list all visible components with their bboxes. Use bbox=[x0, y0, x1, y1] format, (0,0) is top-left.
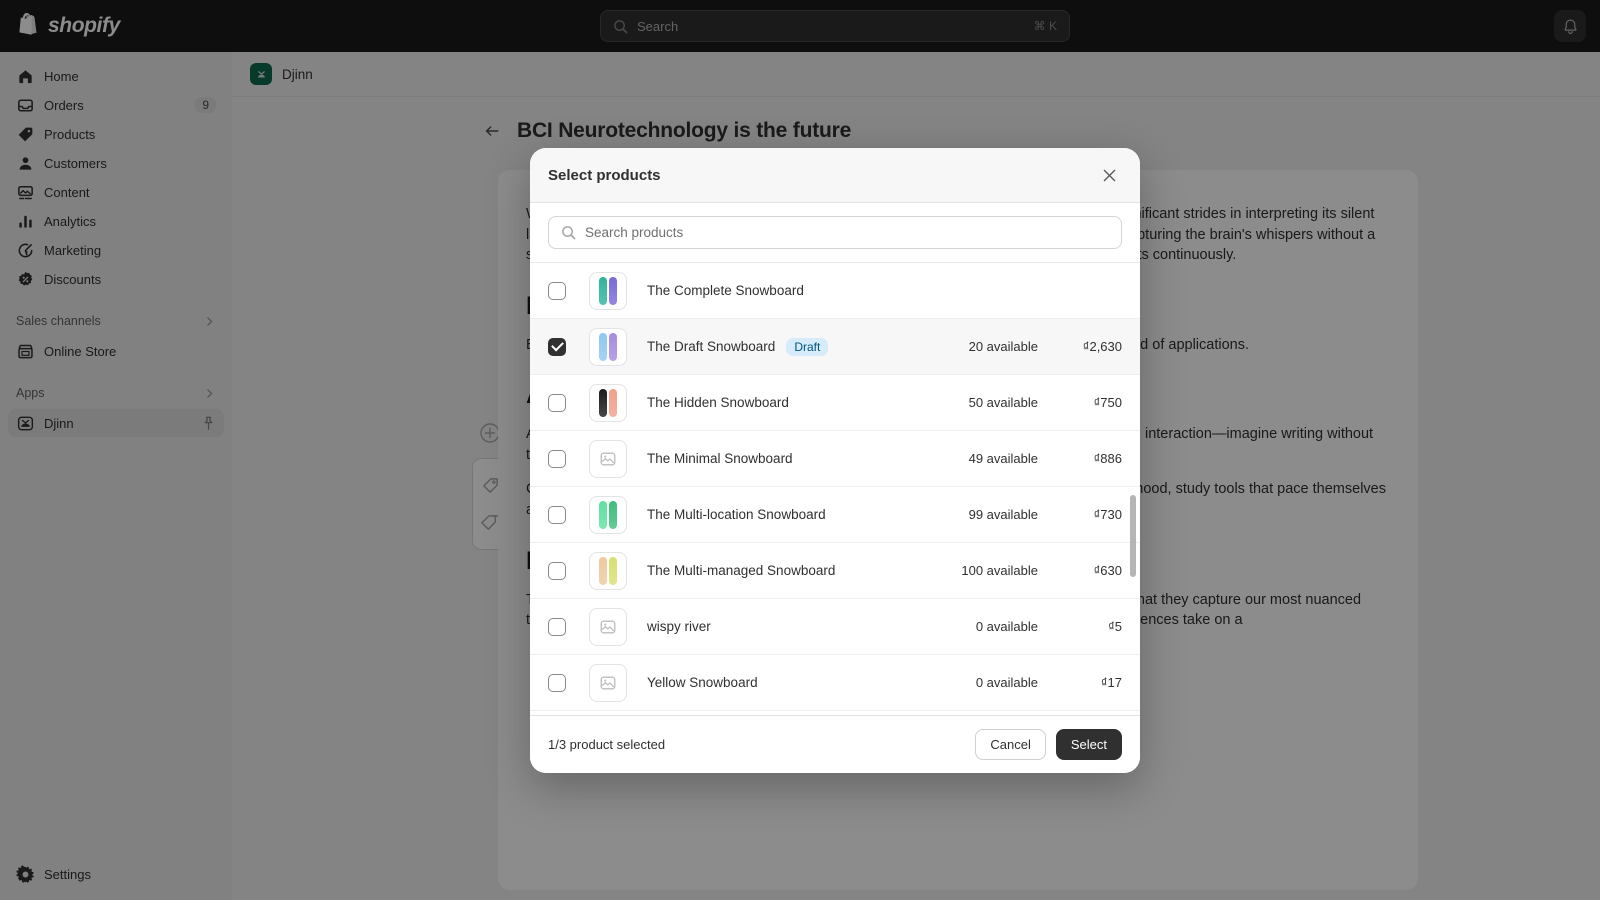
product-thumbnail-placeholder bbox=[589, 439, 627, 478]
product-row[interactable]: The Hidden Snowboard 50 available ₫750 bbox=[530, 375, 1140, 431]
list-scrollbar[interactable] bbox=[1130, 495, 1136, 577]
image-placeholder-icon bbox=[600, 619, 616, 634]
product-availability: 49 available bbox=[968, 451, 1038, 466]
product-price: ₫886 bbox=[1093, 451, 1122, 466]
status-badge: Draft bbox=[786, 337, 829, 356]
image-placeholder-icon bbox=[600, 451, 616, 466]
snowboard-swatch bbox=[599, 556, 607, 585]
product-checkbox[interactable] bbox=[548, 337, 566, 356]
product-thumbnail bbox=[589, 495, 627, 534]
product-thumbnail bbox=[589, 551, 627, 590]
product-price: ₫5 bbox=[1108, 619, 1122, 634]
product-price: ₫750 bbox=[1093, 395, 1122, 410]
product-availability: 0 available bbox=[975, 675, 1038, 690]
product-availability: 100 available bbox=[961, 563, 1038, 578]
product-price: ₫2,630 bbox=[1082, 339, 1122, 354]
select-products-modal: Select products Search products The Comp… bbox=[530, 148, 1140, 773]
product-name: Yellow Snowboard bbox=[647, 675, 758, 690]
product-name: The Draft Snowboard bbox=[647, 339, 776, 354]
product-search-input[interactable]: Search products bbox=[548, 216, 1122, 249]
snowboard-swatch bbox=[609, 500, 617, 529]
selection-count-label: 1/3 product selected bbox=[548, 737, 666, 752]
product-availability: 99 available bbox=[968, 507, 1038, 522]
snowboard-swatch bbox=[599, 388, 607, 417]
product-row[interactable]: The Complete Snowboard bbox=[530, 263, 1140, 319]
product-availability: 20 available bbox=[968, 339, 1038, 354]
product-availability: 0 available bbox=[975, 619, 1038, 634]
product-row[interactable]: Yellow Snowboard 0 available ₫17 bbox=[530, 655, 1140, 711]
modal-search-row: Search products bbox=[530, 203, 1140, 262]
product-checkbox[interactable] bbox=[548, 673, 566, 692]
product-availability: 50 available bbox=[968, 395, 1038, 410]
close-icon[interactable] bbox=[1096, 162, 1122, 188]
modal-title: Select products bbox=[548, 166, 661, 184]
product-thumbnail-placeholder bbox=[589, 607, 627, 646]
product-name: The Complete Snowboard bbox=[647, 283, 804, 298]
product-name: The Hidden Snowboard bbox=[647, 395, 789, 410]
product-search-placeholder: Search products bbox=[585, 225, 684, 240]
snowboard-swatch bbox=[609, 276, 617, 305]
product-checkbox[interactable] bbox=[548, 393, 566, 412]
product-name: The Multi-managed Snowboard bbox=[647, 563, 836, 578]
product-checkbox[interactable] bbox=[548, 281, 566, 300]
product-name: wispy river bbox=[647, 619, 711, 634]
select-button[interactable]: Select bbox=[1055, 729, 1122, 760]
product-row[interactable]: The Minimal Snowboard 49 available ₫886 bbox=[530, 431, 1140, 487]
product-checkbox[interactable] bbox=[548, 449, 566, 468]
product-row[interactable]: wispy river 0 available ₫5 bbox=[530, 599, 1140, 655]
modal-header: Select products bbox=[530, 148, 1140, 203]
product-price: ₫17 bbox=[1100, 675, 1122, 690]
snowboard-swatch bbox=[599, 332, 607, 361]
product-name: The Minimal Snowboard bbox=[647, 451, 793, 466]
product-thumbnail-placeholder bbox=[589, 663, 627, 702]
product-thumbnail bbox=[589, 327, 627, 366]
cancel-button[interactable]: Cancel bbox=[975, 729, 1046, 760]
modal-footer: 1/3 product selected Cancel Select bbox=[530, 715, 1140, 773]
product-price: ₫730 bbox=[1093, 507, 1122, 522]
snowboard-swatch bbox=[599, 500, 607, 529]
product-price: ₫630 bbox=[1093, 563, 1122, 578]
product-row[interactable]: The Multi-location Snowboard 99 available… bbox=[530, 487, 1140, 543]
product-checkbox[interactable] bbox=[548, 561, 566, 580]
snowboard-swatch bbox=[599, 276, 607, 305]
snowboard-swatch bbox=[609, 556, 617, 585]
image-placeholder-icon bbox=[600, 675, 616, 690]
product-thumbnail bbox=[589, 383, 627, 422]
product-row[interactable]: The Draft Snowboard Draft 20 available ₫2,6… bbox=[530, 319, 1140, 375]
product-thumbnail bbox=[589, 271, 627, 310]
product-row[interactable]: The Multi-managed Snowboard 100 available… bbox=[530, 543, 1140, 599]
snowboard-swatch bbox=[609, 332, 617, 361]
product-checkbox[interactable] bbox=[548, 505, 566, 524]
snowboard-swatch bbox=[609, 388, 617, 417]
product-list: The Complete Snowboard The Draft Snowboar… bbox=[530, 262, 1140, 715]
product-name: The Multi-location Snowboard bbox=[647, 507, 826, 522]
product-checkbox[interactable] bbox=[548, 617, 566, 636]
search-icon bbox=[562, 226, 576, 240]
